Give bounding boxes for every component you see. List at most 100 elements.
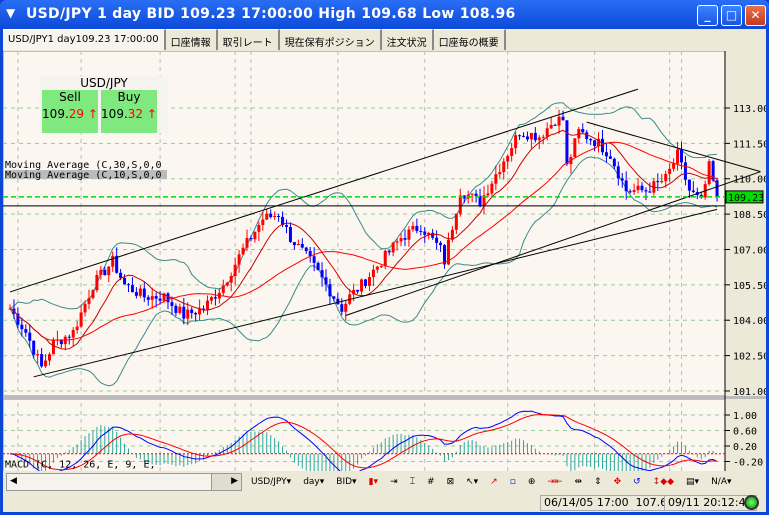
candle-body [506, 155, 510, 162]
candle-body [40, 354, 44, 367]
close-button[interactable]: ✕ [745, 5, 766, 26]
candle-body [660, 181, 664, 183]
candle-body [99, 269, 103, 275]
cursor-readout: 06/14/05 17:00 107.61 [540, 495, 679, 511]
candle-body [194, 313, 198, 315]
tab-chart[interactable]: USD/JPY1 day109.23 17:00:00 [3, 29, 166, 50]
candle-body [525, 136, 529, 140]
zoom-icon[interactable]: ⊕ [525, 477, 539, 487]
sell-button[interactable]: Sell 109.29 ↑ [42, 90, 98, 133]
candle-body [328, 284, 332, 297]
candle-body [604, 152, 608, 157]
trendline-icon[interactable]: ↗ [487, 477, 501, 487]
candle-body [130, 285, 134, 293]
candle-body [439, 242, 443, 246]
candle-body [656, 181, 660, 183]
candle-body [431, 232, 435, 238]
period-select[interactable]: day▾ [300, 477, 327, 487]
horizontal-scrollbar[interactable]: ◀ ▶ [6, 473, 242, 491]
tab-account-summary[interactable]: 口座毎の概要 [433, 29, 506, 50]
candle-body [178, 306, 182, 313]
minimize-button[interactable]: _ [697, 5, 718, 26]
candle-body [644, 190, 648, 192]
scroll-right-icon[interactable]: ▶ [211, 474, 241, 490]
price-tick-label: 110.00 [733, 175, 766, 186]
tab-rates[interactable]: 取引レート [217, 29, 280, 50]
connection-status-icon [744, 495, 759, 510]
candle-body [379, 266, 383, 268]
candle-body [510, 148, 514, 156]
quote-pair: USD/JPY [80, 76, 128, 90]
tab-positions[interactable]: 現在保有ポジション [279, 29, 382, 50]
candle-body [636, 185, 640, 191]
candle-body [150, 296, 154, 300]
candle-body [83, 303, 87, 313]
candle-body [537, 137, 541, 141]
candle-body [300, 243, 304, 248]
candle-body [561, 116, 565, 121]
candle-body [158, 298, 162, 301]
window-title: USD/JPY 1 day BID 109.23 17:00:00 High 1… [26, 6, 516, 22]
candle-body [265, 213, 269, 220]
symbol-select[interactable]: USD/JPY▾ [248, 477, 294, 487]
candle-body [249, 237, 253, 240]
app-logo-icon: ▼ [6, 6, 16, 20]
crosshair-icon[interactable]: ⊠ [444, 477, 458, 487]
grid-icon[interactable]: # [424, 477, 438, 487]
tab-account-info[interactable]: 口座情報 [165, 29, 218, 50]
candle-body [174, 305, 178, 313]
candle-body [237, 254, 241, 265]
fit-icon[interactable]: ✥ [611, 477, 625, 487]
candle-body [107, 266, 111, 276]
properties-icon[interactable]: ▤▾ [683, 477, 702, 487]
chart-area[interactable]: 113.00 111.50 110.00 108.50 107.00 105.50 104.… [2, 50, 769, 499]
candle-body [24, 329, 28, 333]
refresh-icon[interactable]: ↺ [630, 477, 644, 487]
ratio-icon[interactable]: ↕◆◆ [650, 477, 677, 487]
scroll-end-icon[interactable]: ⇥ [387, 477, 401, 487]
tab-orders[interactable]: 注文状況 [381, 29, 434, 50]
scroll-left-icon[interactable]: ◀ [10, 476, 17, 486]
candle-body [233, 264, 237, 277]
side-select[interactable]: BID▾ [333, 477, 359, 487]
maximize-button[interactable]: □ [721, 5, 742, 26]
candle-body [134, 292, 138, 296]
candle-body [668, 168, 672, 174]
pointer-icon[interactable]: ↖▾ [463, 477, 481, 487]
candle-body [44, 360, 48, 367]
ma10-label: Moving Average (C,10,S,0,0 [5, 170, 162, 181]
candle-type-icon[interactable]: ▮▾ [366, 477, 381, 487]
candle-body [632, 190, 636, 192]
candle-body [245, 237, 249, 248]
candle-body [241, 247, 245, 255]
panel-divider [3, 396, 766, 399]
zoom-out-h-icon[interactable]: ⇹ [571, 477, 585, 487]
buy-button[interactable]: Buy 109.32 ↑ [101, 90, 157, 133]
candle-body [454, 213, 458, 230]
candle-body [533, 132, 537, 141]
candle-body [146, 297, 150, 300]
na-select[interactable]: N/A▾ [708, 477, 734, 487]
candle-body [253, 231, 257, 240]
candle-body [494, 174, 498, 184]
candle-body [296, 243, 300, 246]
title-bar: ▼ USD/JPY 1 day BID 109.23 17:00:00 High… [0, 0, 769, 28]
candle-body [312, 256, 316, 263]
candle-body [419, 231, 423, 233]
zoom-v-icon[interactable]: ⇕ [591, 477, 605, 487]
zoom-in-h-icon[interactable]: ⇥⇤ [544, 477, 565, 487]
candle-body [206, 300, 209, 310]
candle-body [142, 288, 146, 298]
candle-body [332, 296, 336, 299]
candle-body [640, 185, 644, 191]
candle-body [36, 354, 40, 356]
candle-body [573, 138, 577, 158]
scale-icon[interactable]: ⌶ [407, 477, 418, 487]
macd-tick-label: 0.60 [733, 427, 757, 438]
candle-body [411, 225, 415, 230]
candle-body [115, 255, 119, 273]
symbol-value: USD/JPY [251, 477, 287, 487]
candle-body [683, 162, 687, 180]
shape-icon[interactable]: ▫ [507, 477, 519, 487]
candle-body [545, 128, 549, 137]
